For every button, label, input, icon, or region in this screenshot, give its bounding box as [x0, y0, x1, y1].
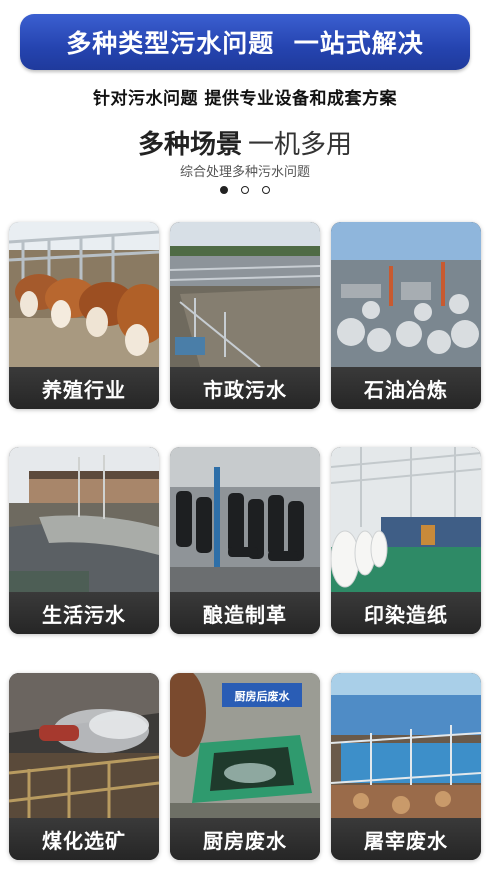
scene-card-label: 养殖行业 [9, 367, 159, 409]
title-banner: 多种类型污水问题 一站式解决 [20, 14, 470, 70]
scene-card-municipal[interactable]: 市政污水 [170, 222, 320, 409]
scene-card-brewing-tanning[interactable]: 酿造制革 [170, 447, 320, 634]
municipal-treatment-tank-photo [170, 222, 320, 367]
kitchen-sign-text: 厨房后废水 [235, 689, 291, 703]
coal-mining-tunnel-photo [9, 673, 159, 818]
slaughterhouse-treatment-photo [331, 673, 481, 818]
scene-card-label: 酿造制革 [170, 592, 320, 634]
scene-card-label: 煤化选矿 [9, 818, 159, 860]
cattle-farm-photo [9, 222, 159, 367]
carousel-dot-2[interactable] [241, 186, 249, 194]
subtitle: 针对污水问题 提供专业设备和成套方案 [93, 89, 397, 109]
scene-card-slaughterhouse[interactable]: 屠宰废水 [331, 673, 481, 860]
domestic-sewage-pond-photo [9, 447, 159, 592]
scene-card-label: 市政污水 [170, 367, 320, 409]
scene-card-label: 生活污水 [9, 592, 159, 634]
scene-card-label: 屠宰废水 [331, 818, 481, 860]
scene-card-label: 印染造纸 [331, 592, 481, 634]
section-heading: 多种场景 一机多用 [0, 124, 490, 161]
scene-card-label: 厨房废水 [170, 818, 320, 860]
scene-card-domestic[interactable]: 生活污水 [9, 447, 159, 634]
scene-card-dyeing-paper[interactable]: 印染造纸 [331, 447, 481, 634]
carousel-dot-1[interactable] [220, 186, 228, 194]
carousel-dots [0, 186, 490, 194]
banner-title: 多种类型污水问题 一站式解决 [66, 29, 424, 58]
carousel-dot-3[interactable] [262, 186, 270, 194]
leather-boots-factory-photo [170, 447, 320, 592]
scene-card-label: 石油冶炼 [331, 367, 481, 409]
scene-card-kitchen[interactable]: 厨房后废水 厨房废水 [170, 673, 320, 860]
scene-card-coal-mining[interactable]: 煤化选矿 [9, 673, 159, 860]
section-heading-bold: 多种场景 [137, 130, 242, 160]
section-heading-light: 一机多用 [248, 130, 353, 160]
scene-card-refinery[interactable]: 石油冶炼 [331, 222, 481, 409]
scene-card-livestock[interactable]: 养殖行业 [9, 222, 159, 409]
kitchen-wastewater-pit-photo: 厨房后废水 [170, 673, 320, 818]
section-caption: 综合处理多种污水问题 [179, 165, 310, 180]
paper-mill-photo [331, 447, 481, 592]
oil-refinery-photo [331, 222, 481, 367]
